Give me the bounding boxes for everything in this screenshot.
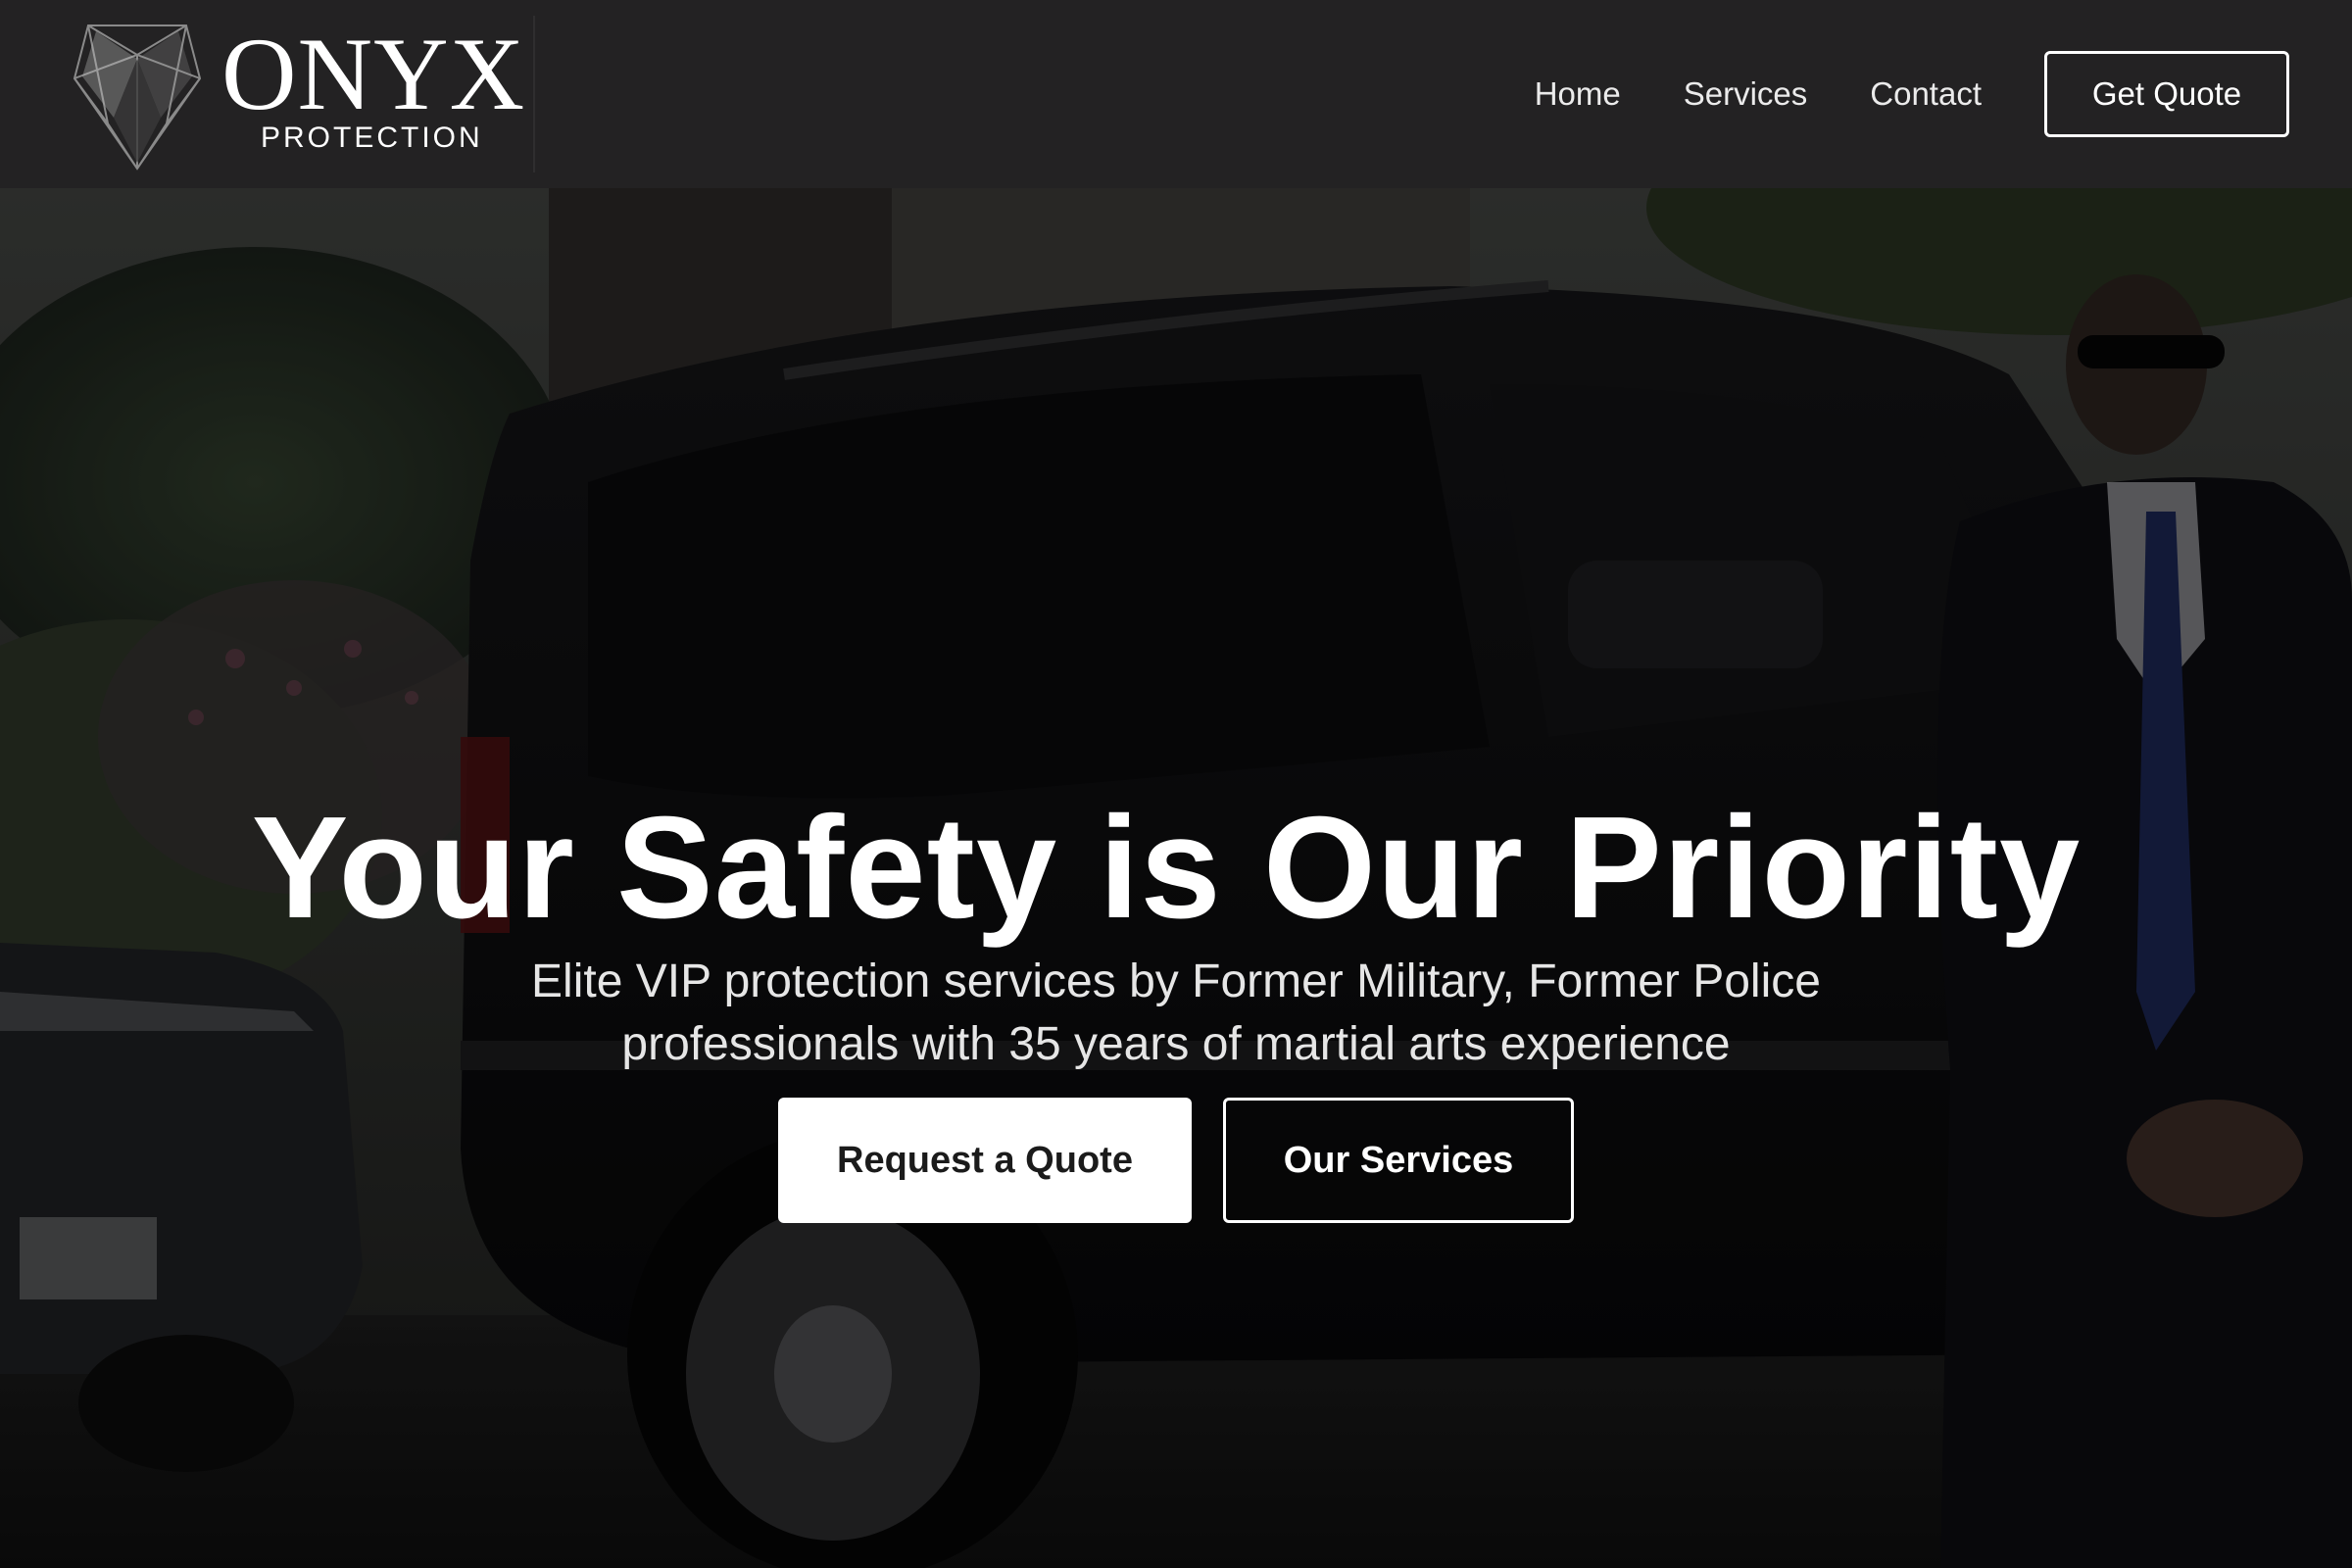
gem-shield-icon — [73, 24, 202, 171]
request-quote-button[interactable]: Request a Quote — [778, 1098, 1192, 1223]
logo[interactable]: ONYX PROTECTION — [69, 16, 535, 172]
nav-services[interactable]: Services — [1684, 75, 1808, 113]
main-nav: Home Services Contact Get Quote — [1535, 0, 2352, 188]
get-quote-button[interactable]: Get Quote — [2044, 51, 2289, 137]
hero-section: Your Safety is Our Priority Elite VIP pr… — [0, 188, 2352, 1568]
hero-subtitle: Elite VIP protection services by Former … — [531, 956, 1821, 1070]
hero-actions: Request a Quote Our Services — [0, 1098, 2352, 1223]
our-services-button[interactable]: Our Services — [1223, 1098, 1574, 1223]
nav-contact[interactable]: Contact — [1870, 75, 1982, 113]
logo-wordmark: ONYX — [221, 17, 526, 131]
hero-title: Your Safety is Our Priority — [251, 787, 2082, 950]
page: ONYX PROTECTION Home Services Contact Ge… — [0, 0, 2352, 1568]
nav-home[interactable]: Home — [1535, 75, 1621, 113]
site-header: ONYX PROTECTION Home Services Contact Ge… — [0, 0, 2352, 188]
logo-tagline: PROTECTION — [261, 122, 483, 154]
